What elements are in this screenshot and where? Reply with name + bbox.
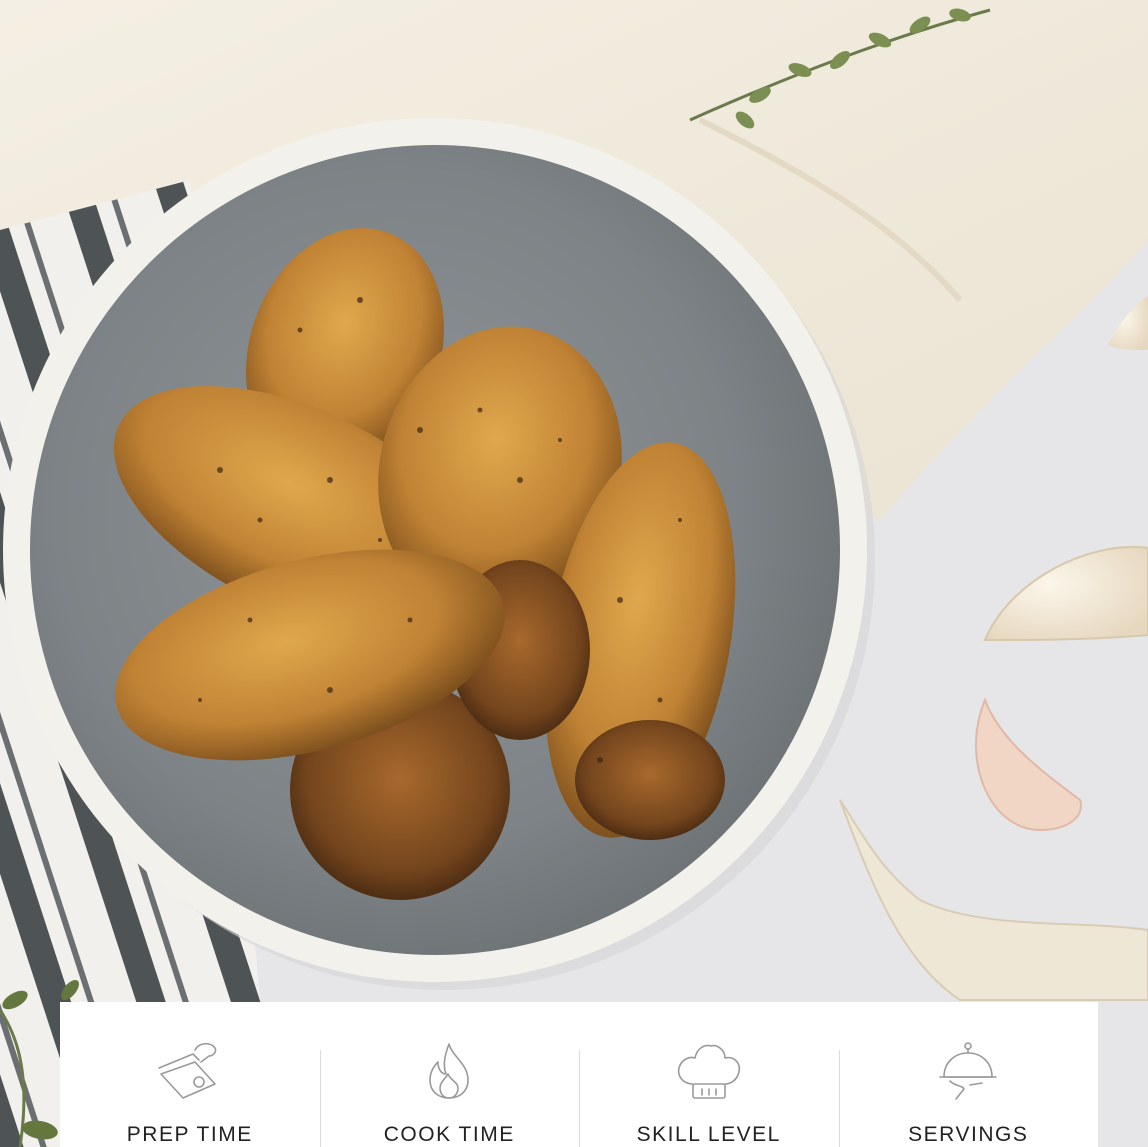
recipe-info-bar: PREP TIME COOK TIME SKILL LEVEL SERVINGS: [60, 1002, 1098, 1147]
flame-icon: [413, 1038, 485, 1103]
recipe-page: PREP TIME COOK TIME SKILL LEVEL SERVINGS: [0, 0, 1148, 1147]
chef-hat-icon: [673, 1038, 745, 1103]
info-label: SERVINGS: [908, 1123, 1029, 1146]
info-label: SKILL LEVEL: [636, 1123, 781, 1146]
info-label: COOK TIME: [383, 1123, 515, 1146]
info-label: PREP TIME: [126, 1123, 253, 1146]
info-item-cook-time: COOK TIME: [319, 1002, 580, 1147]
hero-photo: [0, 0, 1148, 1147]
info-item-servings: SERVINGS: [838, 1002, 1099, 1147]
info-item-prep-time: PREP TIME: [60, 1002, 320, 1147]
info-item-skill-level: SKILL LEVEL: [579, 1002, 839, 1147]
cutting-board-knife-icon: [154, 1038, 226, 1103]
cloche-platter-icon: [932, 1038, 1004, 1103]
